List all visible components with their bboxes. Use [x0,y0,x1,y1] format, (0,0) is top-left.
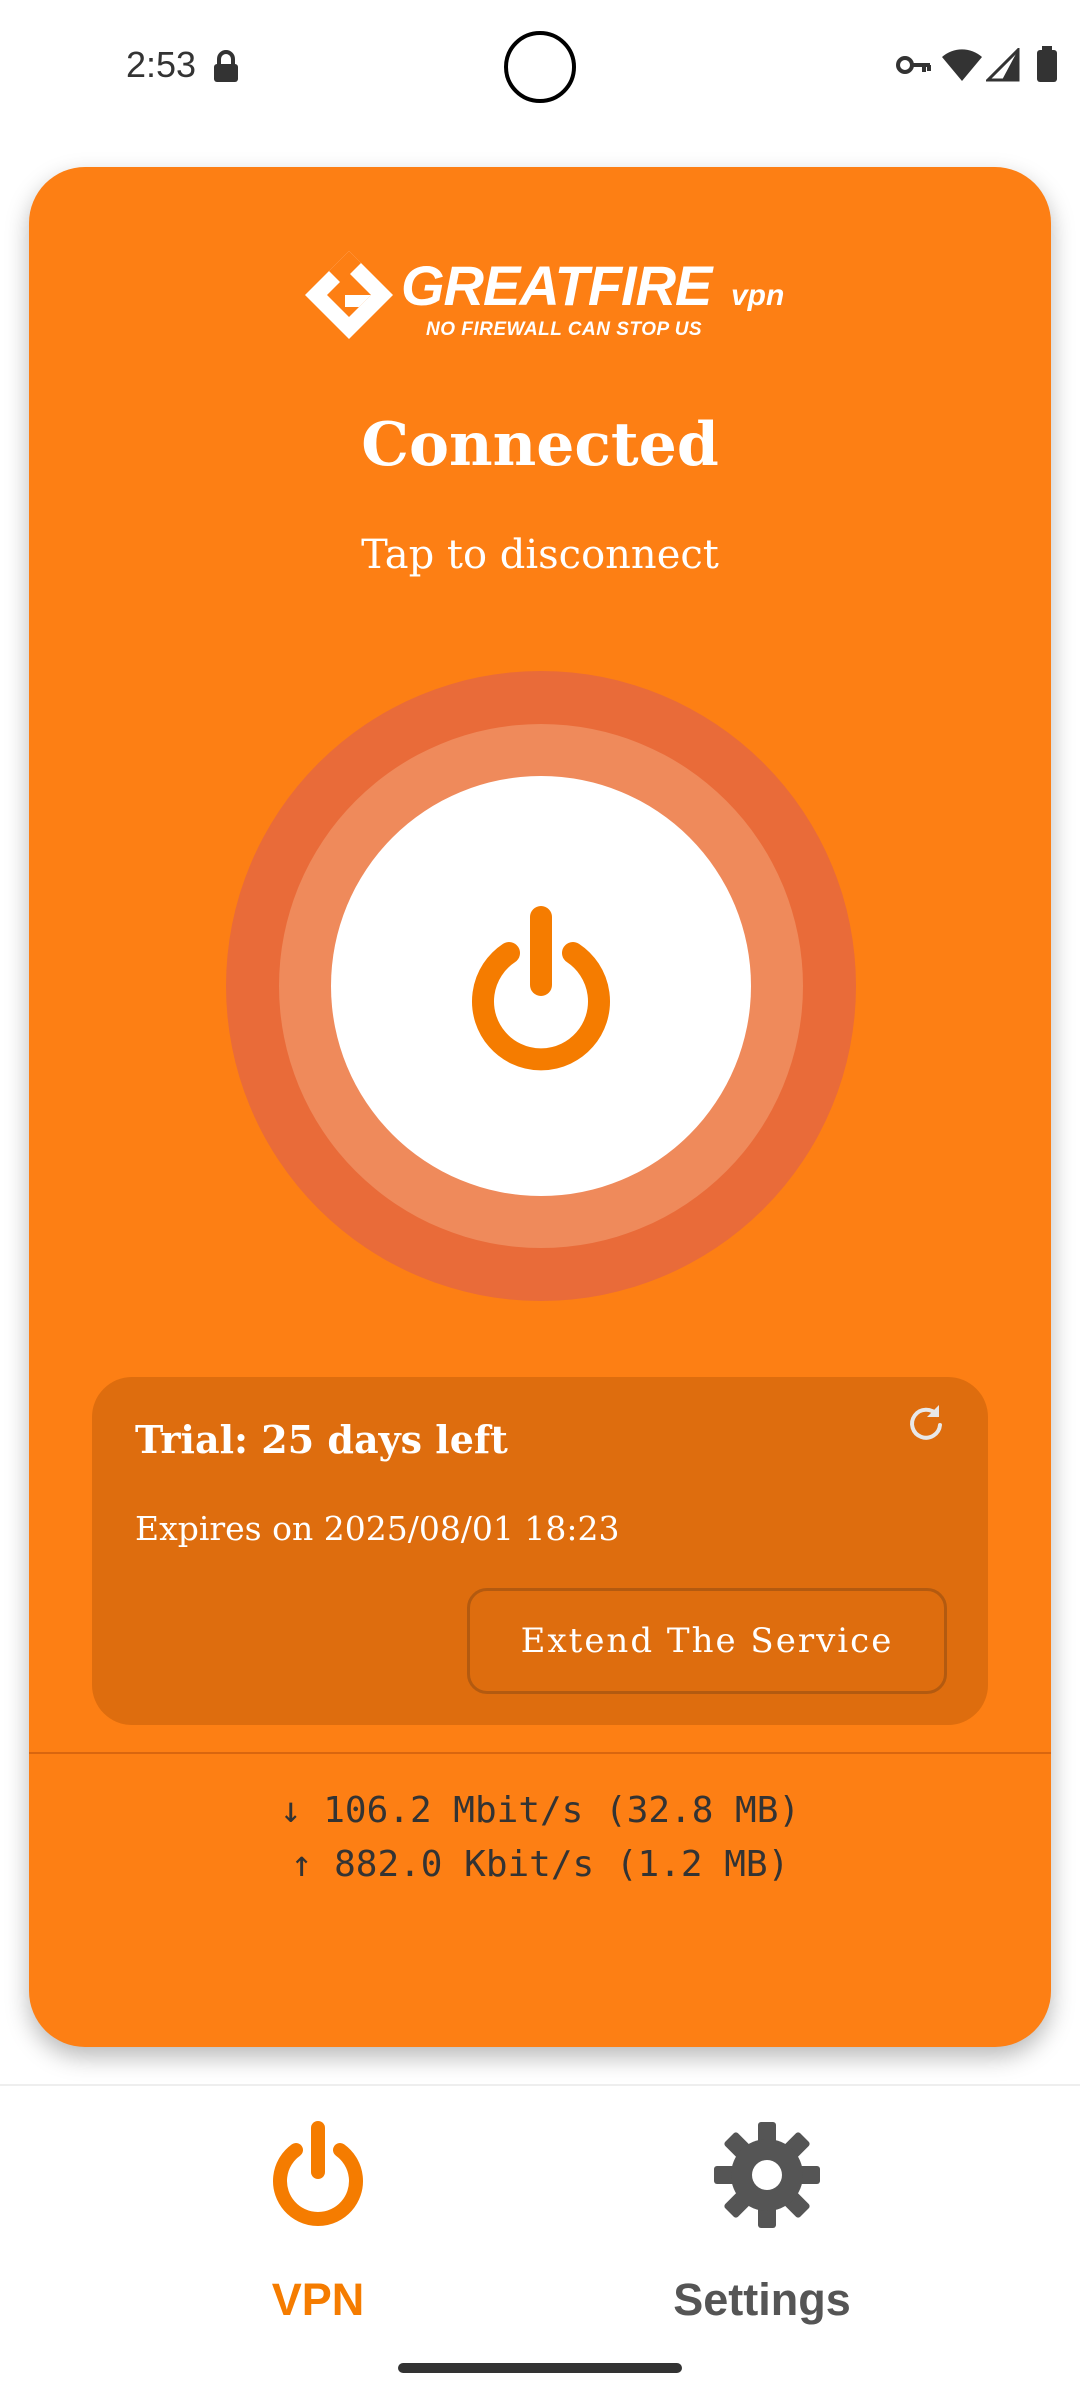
trial-expiry-date: Expires on 2025/08/01 18:23 [135,1509,620,1548]
power-ring-outer [226,671,856,1301]
disconnect-power-button[interactable] [331,776,751,1196]
extend-service-button[interactable]: Extend The Service [467,1588,947,1694]
wifi-icon [942,49,982,81]
nav-item-settings[interactable]: Settings [612,2116,912,2356]
connection-status: Connected [361,410,719,480]
power-icon [472,906,610,1071]
power-ring-middle [279,724,803,1248]
vpn-key-icon [896,56,931,74]
refresh-icon[interactable] [904,1401,948,1445]
logo-suffix-text: vpn [731,279,785,312]
bottom-nav: VPN Settings [0,2084,1080,2400]
camera-cutout [504,31,576,103]
nav-item-vpn[interactable]: VPN [168,2116,468,2356]
connection-hint: Tap to disconnect [361,532,719,578]
logo-brand-text: GREATFIRE [401,254,712,317]
status-bar: 2:53 [0,0,1080,140]
vpn-card: GREATFIRE vpn NO FIREWALL CAN STOP US Co… [29,167,1051,2047]
home-indicator[interactable] [398,2363,682,2373]
power-icon [273,2121,363,2226]
trial-panel: Trial: 25 days left Expires on 2025/08/0… [92,1377,988,1725]
lock-icon [214,50,238,82]
screen: 2:53 GREATFIRE vpn NO FIREWALL CAN STOP … [0,0,1080,2400]
gear-icon [714,2122,820,2228]
upload-speed: ↑ 882.0 Kbit/s (1.2 MB) [290,1844,790,1885]
traffic-stats: ↓ 106.2 Mbit/s (32.8 MB) ↑ 882.0 Kbit/s … [29,1784,1051,1892]
download-speed: ↓ 106.2 Mbit/s (32.8 MB) [279,1790,801,1831]
greatfire-logo: GREATFIRE vpn NO FIREWALL CAN STOP US [301,247,801,347]
signal-icon [986,48,1020,82]
greatfire-logo-mark-icon [305,251,393,339]
trial-days-left: Trial: 25 days left [135,1417,508,1462]
logo-tagline: NO FIREWALL CAN STOP US [426,319,703,340]
battery-icon [1037,46,1057,82]
nav-label-vpn: VPN [271,2274,365,2325]
status-time: 2:53 [126,44,197,85]
nav-label-settings: Settings [673,2274,851,2325]
card-divider [29,1752,1051,1754]
